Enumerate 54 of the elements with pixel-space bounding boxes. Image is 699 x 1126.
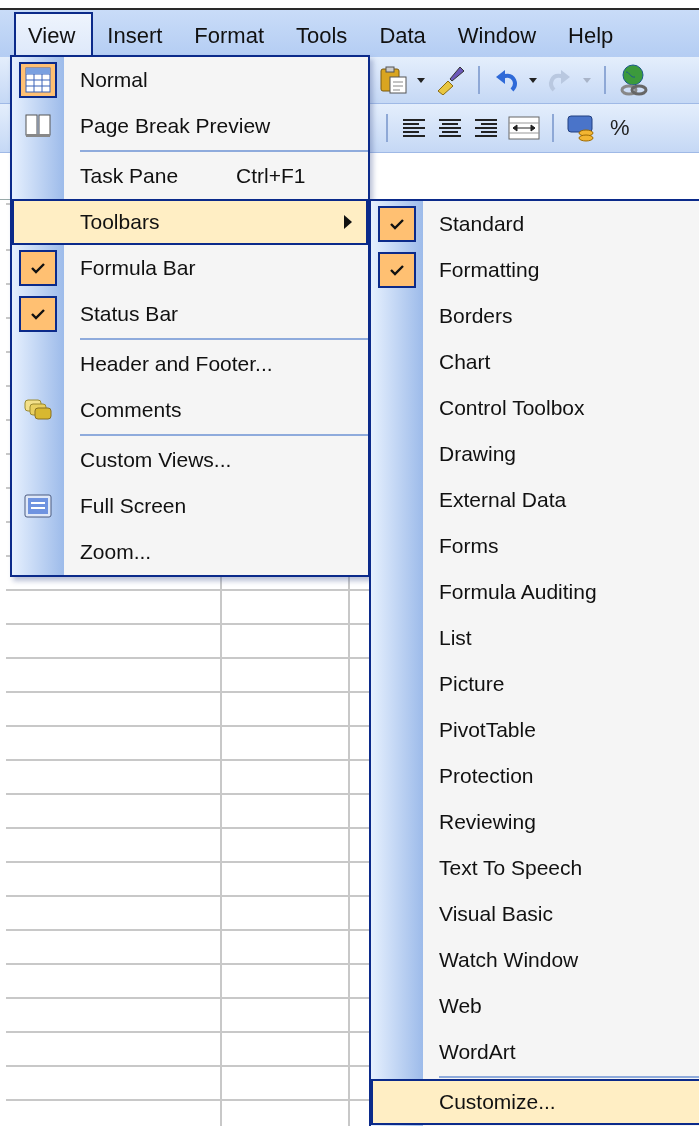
menu-item[interactable]: Toolbars	[12, 199, 368, 245]
menu-item[interactable]: Custom Views...	[12, 437, 368, 483]
menu-item[interactable]: Reviewing	[371, 799, 699, 845]
menu-item[interactable]: Task Pane Ctrl+F1	[12, 153, 368, 199]
caret-icon	[582, 76, 592, 84]
comments-icon	[24, 399, 52, 421]
grid-icon	[25, 67, 51, 93]
menu-item[interactable]: Standard	[371, 201, 699, 247]
check-icon	[390, 218, 404, 230]
menu-item[interactable]: Text To Speech	[371, 845, 699, 891]
menu-item[interactable]: Visual Basic	[371, 891, 699, 937]
check-icon	[31, 262, 45, 274]
menu-bar-item[interactable]: Window	[443, 12, 555, 57]
menu-bar-item[interactable]: Data	[365, 12, 444, 57]
percent-style-button[interactable]: %	[602, 115, 632, 141]
menu-item[interactable]: Formula Auditing	[371, 569, 699, 615]
menu-item[interactable]: Control Toolbox	[371, 385, 699, 431]
globe-link-icon	[618, 64, 648, 96]
menu-item[interactable]: PivotTable	[371, 707, 699, 753]
menu-item[interactable]: Forms	[371, 523, 699, 569]
caret-icon	[528, 76, 538, 84]
menu-item[interactable]: Picture	[371, 661, 699, 707]
caret-icon	[416, 76, 426, 84]
check-icon	[390, 264, 404, 276]
menu-item[interactable]: Page Break Preview	[12, 103, 368, 149]
menu-item[interactable]: Header and Footer...	[12, 341, 368, 387]
menu-bar-item[interactable]: Help	[554, 12, 632, 57]
menu-item[interactable]: Customize...	[371, 1079, 699, 1125]
menu-item[interactable]: Watch Window	[371, 937, 699, 983]
window-icon	[24, 494, 52, 518]
coins-icon	[566, 113, 596, 143]
menu-item[interactable]: Drawing	[371, 431, 699, 477]
menu-item[interactable]: Comments	[12, 387, 368, 433]
menu-bar-item[interactable]: Insert	[93, 12, 181, 57]
menu-item[interactable]: Zoom...	[12, 529, 368, 575]
menu-item[interactable]: List	[371, 615, 699, 661]
book-icon	[25, 114, 51, 138]
menu-item[interactable]: External Data	[371, 477, 699, 523]
paste-icon	[378, 65, 408, 95]
menu-item[interactable]: Full Screen	[12, 483, 368, 529]
menu-item[interactable]: WordArt	[371, 1029, 699, 1075]
menu-item[interactable]: Protection	[371, 753, 699, 799]
merge-cells-icon	[508, 114, 540, 142]
menu-item[interactable]: Borders	[371, 293, 699, 339]
check-icon	[31, 308, 45, 320]
menu-item[interactable]: Web	[371, 983, 699, 1029]
menu-item[interactable]: Formatting	[371, 247, 699, 293]
menu-item[interactable]: Status Bar	[12, 291, 368, 337]
menu-bar-item[interactable]: Tools	[282, 12, 366, 57]
menu-item[interactable]: Formula Bar	[12, 245, 368, 291]
menu-bar-item[interactable]: Format	[180, 12, 282, 57]
menu-bar-item[interactable]: View	[14, 12, 94, 57]
menu-item[interactable]: Chart	[371, 339, 699, 385]
submenu-arrow-icon	[344, 215, 352, 229]
